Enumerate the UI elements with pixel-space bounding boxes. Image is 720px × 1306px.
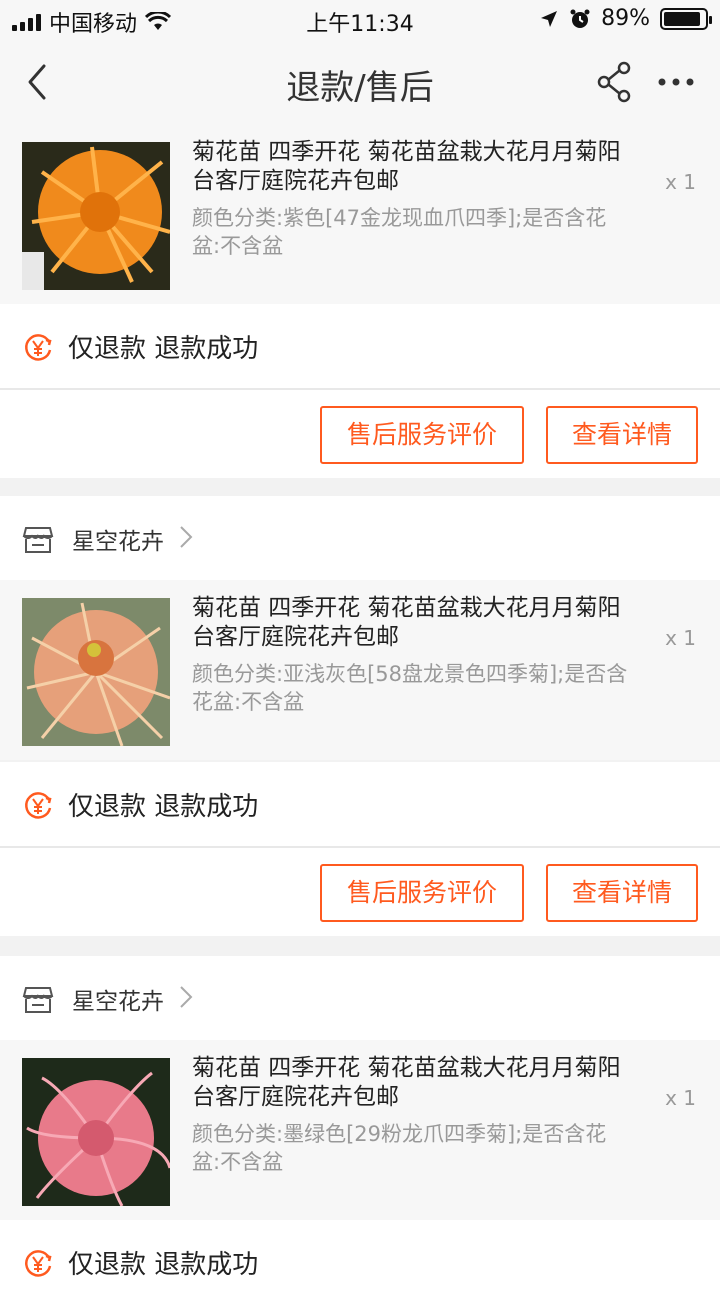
share-icon[interactable]	[594, 60, 634, 104]
product-quantity: x 1	[665, 626, 696, 650]
refund-result: 退款成功	[154, 334, 259, 364]
refund-status-row[interactable]: 仅退款 退款成功	[0, 1220, 720, 1306]
product-title[interactable]: 菊花苗 四季开花 菊花苗盆栽大花月月菊阳台客厅庭院花卉包邮	[192, 594, 632, 652]
product-row[interactable]: 菊花苗 四季开花 菊花苗盆栽大花月月菊阳台客厅庭院花卉包邮 颜色分类:亚浅灰色[…	[0, 580, 720, 760]
battery-icon	[660, 7, 712, 30]
chevron-right-icon	[180, 526, 193, 548]
product-image[interactable]	[22, 142, 170, 290]
refund-result: 退款成功	[154, 792, 259, 822]
refund-status-text: 仅退款 退款成功	[68, 786, 258, 823]
product-spec: 颜色分类:墨绿色[29粉龙爪四季菊];是否含花盆:不含盆	[192, 1122, 607, 1174]
service-review-button[interactable]: 售后服务评价	[320, 864, 524, 922]
yuan-refund-icon	[25, 334, 52, 361]
shop-name[interactable]: 星空花卉	[72, 522, 164, 556]
refund-status-text: 仅退款 退款成功	[68, 328, 258, 365]
shop-icon	[22, 527, 54, 553]
product-image[interactable]	[22, 1058, 170, 1206]
shop-row[interactable]: 星空花卉	[0, 496, 720, 580]
product-row[interactable]: 菊花苗 四季开花 菊花苗盆栽大花月月菊阳台客厅庭院花卉包邮 颜色分类:紫色[47…	[0, 124, 720, 304]
product-row[interactable]: 菊花苗 四季开花 菊花苗盆栽大花月月菊阳台客厅庭院花卉包邮 颜色分类:墨绿色[2…	[0, 1040, 720, 1220]
view-detail-button[interactable]: 查看详情	[546, 406, 698, 464]
refund-result: 退款成功	[154, 1250, 259, 1280]
product-image[interactable]	[22, 598, 170, 746]
status-right: 89%	[539, 6, 712, 31]
shop-row[interactable]: 星空花卉	[0, 956, 720, 1040]
product-quantity: x 1	[665, 1086, 696, 1110]
nav-bar: 退款/售后	[0, 40, 720, 124]
action-row: 售后服务评价 查看详情	[0, 390, 720, 478]
yuan-refund-icon	[25, 1250, 52, 1277]
refund-type: 仅退款	[68, 792, 147, 822]
location-icon	[541, 10, 558, 27]
refund-status-text: 仅退款 退款成功	[68, 1244, 258, 1281]
refund-status-row[interactable]: 仅退款 退款成功	[0, 762, 720, 848]
service-review-button[interactable]: 售后服务评价	[320, 406, 524, 464]
yuan-refund-icon	[25, 792, 52, 819]
product-spec: 颜色分类:亚浅灰色[58盘龙景色四季菊];是否含花盆:不含盆	[192, 662, 628, 714]
more-dots-icon[interactable]	[656, 70, 696, 94]
battery-percent: 89%	[601, 6, 650, 31]
chevron-right-icon	[180, 986, 193, 1008]
product-quantity: x 1	[665, 170, 696, 194]
refund-type: 仅退款	[68, 334, 147, 364]
view-detail-button[interactable]: 查看详情	[546, 864, 698, 922]
alarm-icon	[570, 9, 590, 28]
refund-status-row[interactable]: 仅退款 退款成功	[0, 304, 720, 390]
shop-name[interactable]: 星空花卉	[72, 982, 164, 1016]
action-row: 售后服务评价 查看详情	[0, 848, 720, 936]
status-bar: 中国移动 上午11:34 89%	[0, 0, 720, 40]
product-spec: 颜色分类:紫色[47金龙现血爪四季];是否含花盆:不含盆	[192, 206, 607, 258]
product-title[interactable]: 菊花苗 四季开花 菊花苗盆栽大花月月菊阳台客厅庭院花卉包邮	[192, 1054, 632, 1112]
refund-type: 仅退款	[68, 1250, 147, 1280]
product-title[interactable]: 菊花苗 四季开花 菊花苗盆栽大花月月菊阳台客厅庭院花卉包邮	[192, 138, 632, 196]
shop-icon	[22, 987, 54, 1013]
